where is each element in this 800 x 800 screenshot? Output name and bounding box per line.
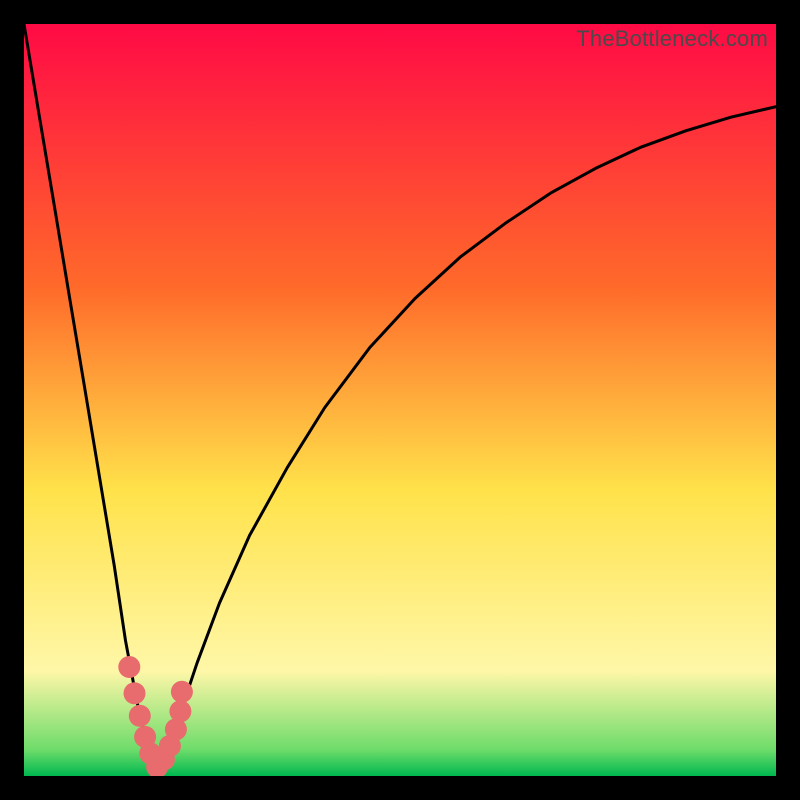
marker-dot bbox=[124, 682, 146, 704]
watermark-text: TheBottleneck.com bbox=[576, 26, 768, 52]
marker-dot bbox=[118, 656, 140, 678]
marker-group bbox=[118, 656, 193, 776]
marker-dot bbox=[169, 700, 191, 722]
marker-dot bbox=[171, 681, 193, 703]
chart-frame: TheBottleneck.com bbox=[0, 0, 800, 800]
curve-layer bbox=[24, 24, 776, 776]
plot-area: TheBottleneck.com bbox=[24, 24, 776, 776]
marker-dot bbox=[129, 705, 151, 727]
bottleneck-curve bbox=[24, 24, 776, 767]
